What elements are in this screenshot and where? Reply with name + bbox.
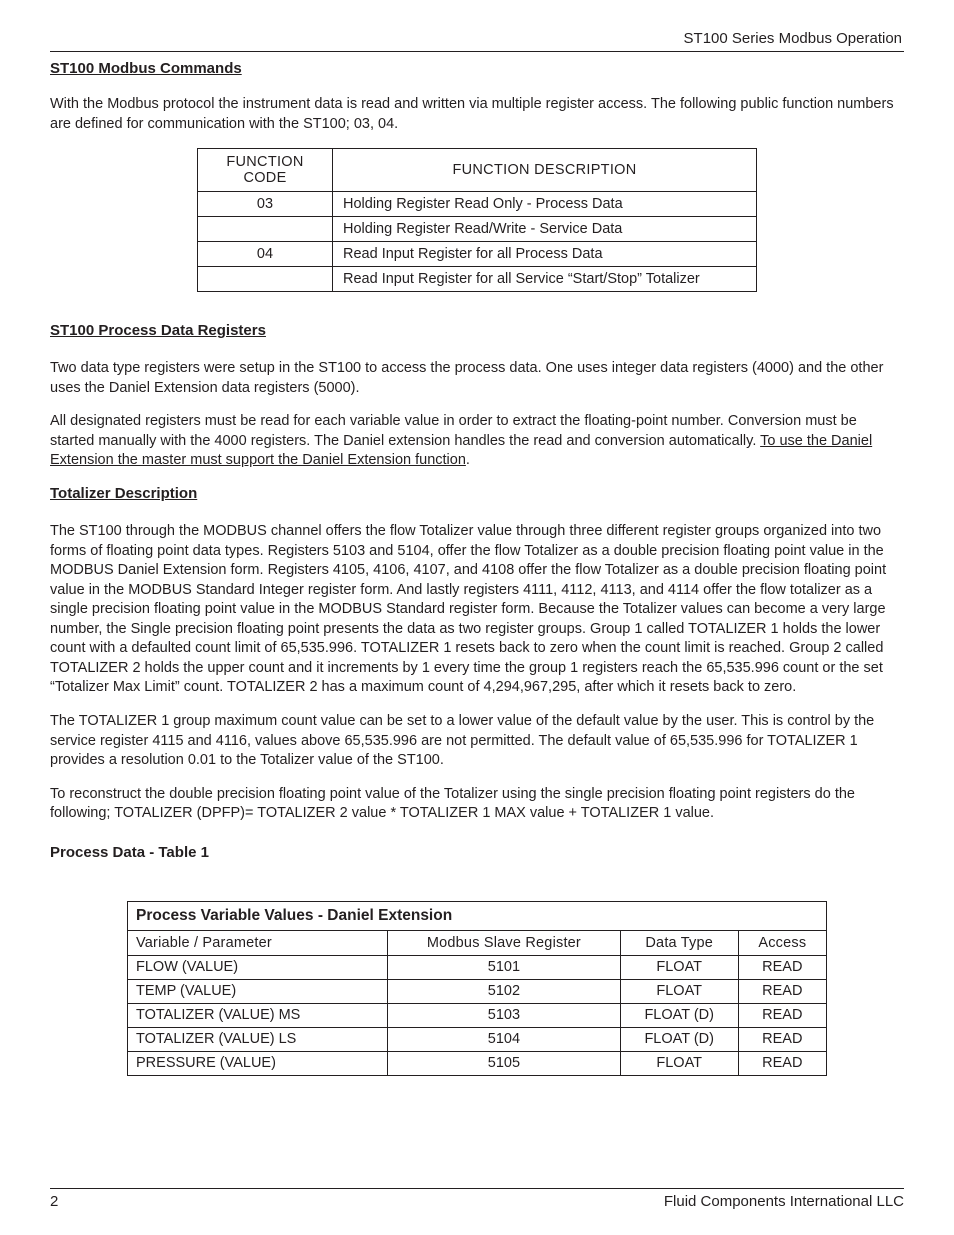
cell-desc: Holding Register Read Only - Process Dat… bbox=[333, 192, 757, 217]
process-data-table-title: Process Data - Table 1 bbox=[50, 844, 904, 861]
cell-register: 5102 bbox=[388, 979, 621, 1003]
cell-access: READ bbox=[738, 1051, 826, 1075]
cell-register: 5103 bbox=[388, 1003, 621, 1027]
text-span: All designated registers must be read fo… bbox=[50, 413, 857, 449]
cell-type: FLOAT bbox=[620, 955, 738, 979]
heading-process-data-registers: ST100 Process Data Registers bbox=[50, 322, 904, 339]
cell-type: FLOAT bbox=[620, 979, 738, 1003]
function-code-table: FUNCTION CODE FUNCTION DESCRIPTION 03 Ho… bbox=[197, 148, 757, 292]
table-row: TEMP (VALUE) 5102 FLOAT READ bbox=[128, 979, 827, 1003]
cell-access: READ bbox=[738, 979, 826, 1003]
company-name: Fluid Components International LLC bbox=[664, 1193, 904, 1210]
para-totalizer-1: The ST100 through the MODBUS channel off… bbox=[50, 522, 904, 698]
table-row: 04 Read Input Register for all Process D… bbox=[198, 242, 757, 267]
table-row: PRESSURE (VALUE) 5105 FLOAT READ bbox=[128, 1051, 827, 1075]
th-access: Access bbox=[738, 930, 826, 955]
cell-access: READ bbox=[738, 955, 826, 979]
page-number: 2 bbox=[50, 1193, 58, 1210]
header-rule bbox=[50, 51, 904, 52]
table-row: FLOW (VALUE) 5101 FLOAT READ bbox=[128, 955, 827, 979]
cell-code: 03 bbox=[198, 192, 333, 217]
cell-variable: PRESSURE (VALUE) bbox=[128, 1051, 388, 1075]
cell-variable: TEMP (VALUE) bbox=[128, 979, 388, 1003]
cell-access: READ bbox=[738, 1027, 826, 1051]
table-row: Read Input Register for all Service “Sta… bbox=[198, 267, 757, 292]
text-span: . bbox=[466, 452, 470, 468]
cell-variable: TOTALIZER (VALUE) MS bbox=[128, 1003, 388, 1027]
cell-desc: Read Input Register for all Service “Sta… bbox=[333, 267, 757, 292]
cell-access: READ bbox=[738, 1003, 826, 1027]
table-row: Holding Register Read/Write - Service Da… bbox=[198, 217, 757, 242]
th-function-desc: FUNCTION DESCRIPTION bbox=[333, 149, 757, 192]
cell-code: 04 bbox=[198, 242, 333, 267]
th-variable: Variable / Parameter bbox=[128, 930, 388, 955]
para-totalizer-2: The TOTALIZER 1 group maximum count valu… bbox=[50, 712, 904, 771]
table-row: TOTALIZER (VALUE) LS 5104 FLOAT (D) READ bbox=[128, 1027, 827, 1051]
process-variable-table: Process Variable Values - Daniel Extensi… bbox=[127, 901, 827, 1076]
table-row: 03 Holding Register Read Only - Process … bbox=[198, 192, 757, 217]
cell-type: FLOAT bbox=[620, 1051, 738, 1075]
cell-register: 5101 bbox=[388, 955, 621, 979]
para-modbus-intro: With the Modbus protocol the instrument … bbox=[50, 95, 904, 134]
page-footer: 2 Fluid Components International LLC bbox=[50, 1188, 904, 1210]
para-process-2: All designated registers must be read fo… bbox=[50, 412, 904, 471]
heading-totalizer: Totalizer Description bbox=[50, 485, 904, 502]
para-process-1: Two data type registers were setup in th… bbox=[50, 359, 904, 398]
running-header: ST100 Series Modbus Operation bbox=[50, 30, 904, 47]
th-data-type: Data Type bbox=[620, 930, 738, 955]
table-row: TOTALIZER (VALUE) MS 5103 FLOAT (D) READ bbox=[128, 1003, 827, 1027]
cell-type: FLOAT (D) bbox=[620, 1027, 738, 1051]
cell-variable: TOTALIZER (VALUE) LS bbox=[128, 1027, 388, 1051]
cell-desc: Holding Register Read/Write - Service Da… bbox=[333, 217, 757, 242]
para-totalizer-3: To reconstruct the double precision floa… bbox=[50, 785, 904, 824]
cell-register: 5104 bbox=[388, 1027, 621, 1051]
cell-code-empty bbox=[198, 217, 333, 242]
cell-variable: FLOW (VALUE) bbox=[128, 955, 388, 979]
cell-code-empty bbox=[198, 267, 333, 292]
th-function-code: FUNCTION CODE bbox=[198, 149, 333, 192]
th-table-title: Process Variable Values - Daniel Extensi… bbox=[128, 901, 827, 930]
cell-register: 5105 bbox=[388, 1051, 621, 1075]
heading-modbus-commands: ST100 Modbus Commands bbox=[50, 60, 904, 77]
cell-desc: Read Input Register for all Process Data bbox=[333, 242, 757, 267]
th-register: Modbus Slave Register bbox=[388, 930, 621, 955]
cell-type: FLOAT (D) bbox=[620, 1003, 738, 1027]
